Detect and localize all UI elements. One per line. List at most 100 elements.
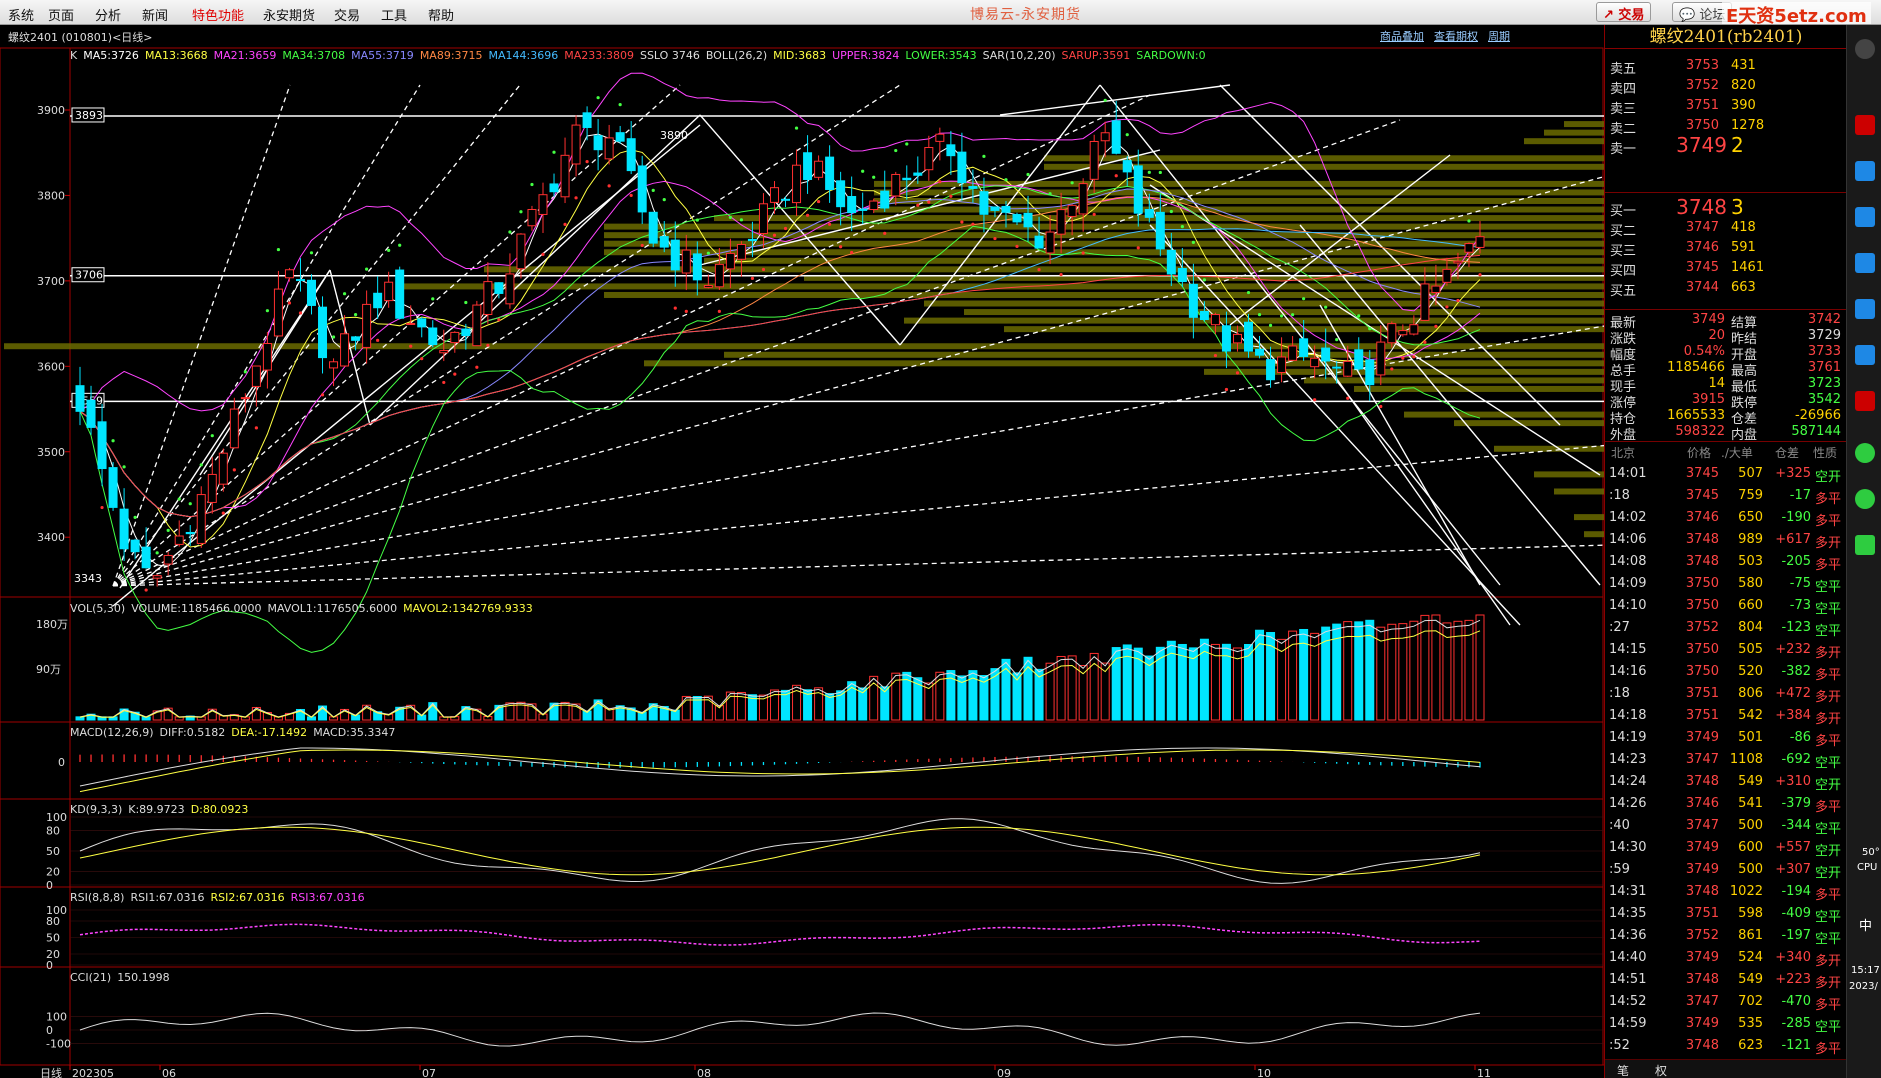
tick-row[interactable]: 14:59 3749 535 -285 空平 [1605, 1013, 1846, 1035]
kline-chart[interactable]: 3900380037003600350034003893370635593890… [0, 25, 1604, 1078]
cloud-icon[interactable] [1855, 161, 1875, 181]
tick-row[interactable]: 14:40 3749 524 +340 多开 [1605, 947, 1846, 969]
candle[interactable] [395, 266, 405, 320]
tick-row[interactable]: :52 3748 623 -121 多平 [1605, 1035, 1846, 1057]
tick-row[interactable]: :27 3752 804 -123 空平 [1605, 617, 1846, 639]
tick-row[interactable]: 14:26 3746 541 -379 多平 [1605, 793, 1846, 815]
candle[interactable] [284, 267, 294, 282]
tick-row[interactable]: 14:15 3750 505 +232 多开 [1605, 639, 1846, 661]
depth-row[interactable]: 买三 3746 591 [1605, 237, 1846, 259]
depth-row[interactable]: 买四 3745 1461 [1605, 257, 1846, 279]
depth-row[interactable]: 卖四 3752 820 [1605, 75, 1846, 97]
candle[interactable] [428, 320, 438, 348]
app-icon[interactable] [1855, 391, 1875, 411]
tick-row[interactable]: 14:24 3748 549 +310 空开 [1605, 771, 1846, 793]
app-icon[interactable] [1855, 115, 1875, 135]
candle[interactable] [1288, 336, 1298, 361]
candle[interactable] [615, 125, 625, 144]
candle[interactable] [494, 282, 504, 299]
menu-item-7[interactable]: 工具 [381, 5, 407, 24]
candle[interactable] [946, 130, 956, 175]
tick-row[interactable]: 14:51 3748 549 +223 多开 [1605, 969, 1846, 991]
candle[interactable] [1100, 121, 1110, 158]
tick-row[interactable]: 14:06 3748 989 +617 多开 [1605, 529, 1846, 551]
tick-row[interactable]: 14:23 3747 1108 -692 空平 [1605, 749, 1846, 771]
candle[interactable] [560, 137, 570, 204]
candle[interactable] [273, 270, 283, 337]
depth-row[interactable]: 卖三 3751 390 [1605, 95, 1846, 117]
candle[interactable] [251, 365, 261, 407]
candle[interactable] [527, 205, 537, 231]
trend-line[interactable] [999, 84, 1231, 116]
menu-item-8[interactable]: 帮助 [428, 5, 454, 24]
candle[interactable] [417, 316, 427, 338]
tick-row[interactable]: :40 3747 500 -344 空平 [1605, 815, 1846, 837]
tick-row[interactable]: 14:30 3749 600 +557 空开 [1605, 837, 1846, 859]
candle[interactable] [758, 193, 768, 249]
candle[interactable] [218, 448, 228, 492]
candle[interactable] [670, 221, 680, 287]
menu-item-6[interactable]: 交易 [334, 5, 360, 24]
candle[interactable] [648, 211, 658, 248]
trend-line[interactable] [1319, 354, 1511, 626]
depth-row[interactable]: 卖五 3753 431 [1605, 55, 1846, 77]
candle[interactable] [362, 290, 372, 364]
quote-tab-1[interactable]: 权 [1655, 1062, 1667, 1078]
cloud-icon[interactable] [1855, 253, 1875, 273]
menu-item-2[interactable]: 分析 [95, 5, 121, 24]
menu-item-0[interactable]: 系统 [8, 5, 34, 24]
ime-indicator[interactable]: 中 [1859, 915, 1872, 934]
depth-row[interactable]: 买五 3744 663 [1605, 277, 1846, 299]
depth-row[interactable]: 卖一 3749 2 [1605, 133, 1846, 157]
candle[interactable] [318, 296, 328, 374]
menu-item-4[interactable]: 特色功能 [192, 5, 244, 24]
wechat-icon[interactable] [1855, 443, 1875, 463]
candle[interactable] [306, 274, 316, 315]
depth-row[interactable]: 买一 3748 3 [1605, 195, 1846, 219]
chart-link-2[interactable]: 周期 [1488, 30, 1510, 43]
candle[interactable] [803, 135, 813, 194]
candle[interactable] [825, 145, 835, 203]
fan-line[interactable] [112, 444, 1604, 587]
cloud-icon[interactable] [1855, 299, 1875, 319]
tick-row[interactable]: 14:08 3748 503 -205 多平 [1605, 551, 1846, 573]
candle[interactable] [262, 332, 272, 389]
candle[interactable] [637, 155, 647, 225]
cloud-icon[interactable] [1855, 207, 1875, 227]
depth-row[interactable]: 买二 3747 418 [1605, 217, 1846, 239]
chat-icon[interactable] [1855, 489, 1875, 509]
trade-button[interactable]: ↗ 交易 [1596, 2, 1652, 23]
candle[interactable] [792, 149, 802, 217]
fan-line[interactable] [112, 544, 1604, 587]
tick-row[interactable]: :18 3751 806 +472 多开 [1605, 683, 1846, 705]
tick-row[interactable]: 14:52 3747 702 -470 多平 [1605, 991, 1846, 1013]
candle[interactable] [880, 170, 890, 212]
candle[interactable] [814, 155, 824, 181]
quote-tab-0[interactable]: 笔 [1617, 1062, 1629, 1078]
candle[interactable] [538, 182, 548, 233]
candle[interactable] [329, 358, 339, 387]
candle[interactable] [571, 115, 581, 177]
candle[interactable] [703, 274, 713, 289]
tick-row[interactable]: 14:19 3749 501 -86 多平 [1605, 727, 1846, 749]
candle[interactable] [769, 181, 779, 214]
candle[interactable] [626, 121, 636, 175]
candle[interactable] [141, 527, 151, 569]
candle[interactable] [472, 300, 482, 347]
menu-item-1[interactable]: 页面 [48, 5, 74, 24]
tick-row[interactable]: 14:16 3750 520 -382 多平 [1605, 661, 1846, 683]
candle[interactable] [108, 462, 118, 511]
candle[interactable] [450, 331, 460, 353]
candle[interactable] [229, 397, 239, 449]
trend-line[interactable] [119, 269, 331, 589]
candle[interactable] [847, 176, 857, 232]
tick-row[interactable]: 14:02 3746 650 -190 多平 [1605, 507, 1846, 529]
candle[interactable] [781, 196, 791, 208]
chart-area[interactable]: 3900380037003600350034003893370635593890… [0, 25, 1604, 1078]
candle[interactable] [1354, 337, 1364, 371]
tick-row[interactable]: 14:18 3751 542 +384 多开 [1605, 705, 1846, 727]
chart-link-0[interactable]: 商品叠加 [1380, 30, 1424, 43]
app-icon[interactable] [1855, 39, 1875, 59]
tick-row[interactable]: :59 3749 500 +307 空开 [1605, 859, 1846, 881]
candle[interactable] [1012, 212, 1022, 226]
